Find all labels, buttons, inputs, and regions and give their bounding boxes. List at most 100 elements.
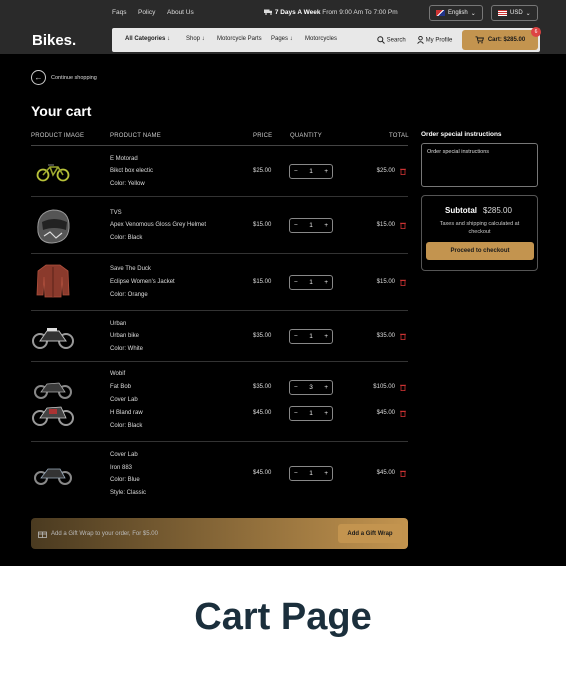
quantity-stepper[interactable]: − 1 + [289, 164, 333, 179]
language-select[interactable]: English ⌄ [429, 5, 483, 21]
product-brand: Cover Lab [110, 452, 138, 458]
quantity-value[interactable]: 1 [309, 222, 313, 229]
plus-icon[interactable]: + [324, 279, 328, 286]
cart-icon [475, 36, 484, 44]
plus-icon[interactable]: + [324, 333, 328, 340]
currency-select[interactable]: USD ⌄ [491, 5, 538, 21]
quantity-stepper[interactable]: − 1 + [289, 406, 333, 421]
product-image-h-bland[interactable] [31, 400, 75, 426]
product-brand: Save The Duck [110, 266, 151, 272]
tax-note: Taxes and shipping calculated at [439, 221, 520, 227]
policy-link[interactable]: Policy [138, 9, 155, 16]
minus-icon[interactable]: − [294, 279, 298, 286]
promo-bold: 7 Days A Week [274, 9, 321, 16]
product-name[interactable]: Eclipse Women's Jacket [110, 279, 175, 285]
minus-icon[interactable]: − [294, 470, 298, 477]
quantity-value[interactable]: 3 [309, 384, 313, 391]
minus-icon[interactable]: − [294, 410, 298, 417]
about-us-link[interactable]: About Us [167, 9, 194, 16]
search-button[interactable]: Search [377, 36, 406, 44]
quantity-value[interactable]: 1 [309, 470, 313, 477]
add-gift-wrap-button[interactable]: Add a Gift Wrap [338, 524, 402, 543]
item-price: $35.00 [253, 333, 272, 339]
plus-icon[interactable]: + [324, 470, 328, 477]
subtotal-value: $285.00 [483, 206, 512, 215]
trash-icon[interactable] [400, 384, 406, 391]
column-header-image: PRODUCT IMAGE [31, 133, 85, 139]
cart-button[interactable]: Cart: $285.00 [462, 30, 538, 50]
item-price: $35.00 [253, 384, 272, 390]
product-name[interactable]: Apex Venomous Gloss Grey Helmet [110, 222, 206, 228]
trash-icon[interactable] [400, 470, 406, 477]
minus-icon[interactable]: − [294, 333, 298, 340]
plus-icon[interactable]: + [324, 168, 328, 175]
profile-label: My Profile [425, 37, 453, 44]
nav-shop[interactable]: Shop ↓ [186, 36, 205, 42]
row-divider [31, 441, 408, 442]
instructions-textarea[interactable]: Order special instructions [421, 143, 538, 187]
product-name[interactable]: H Bland raw [110, 410, 143, 416]
product-image-fat-bob[interactable] [33, 377, 73, 399]
quantity-stepper[interactable]: − 3 + [289, 380, 333, 395]
nav-pages[interactable]: Pages ↓ [271, 36, 293, 42]
proceed-to-checkout-button[interactable]: Proceed to checkout [426, 242, 534, 260]
all-categories-label: All Categories [125, 36, 166, 42]
logo[interactable]: Bikes. [32, 32, 76, 49]
trash-icon[interactable] [400, 333, 406, 340]
promo-text: 7 Days A Week From 9:00 Am To 7:00 Pm [264, 9, 398, 16]
truck-icon [264, 9, 272, 16]
product-name[interactable]: Iron 883 [110, 465, 132, 471]
quantity-value[interactable]: 1 [309, 333, 313, 340]
continue-shopping-link[interactable]: Continue shopping [51, 75, 97, 81]
trash-icon[interactable] [400, 168, 406, 175]
plus-icon[interactable]: + [324, 222, 328, 229]
minus-icon[interactable]: − [294, 384, 298, 391]
trash-icon[interactable] [400, 222, 406, 229]
product-name[interactable]: Bikct box electic [110, 168, 153, 174]
quantity-value[interactable]: 1 [309, 168, 313, 175]
trash-icon[interactable] [400, 410, 406, 417]
quantity-stepper[interactable]: − 1 + [289, 275, 333, 290]
product-image-urban-bike[interactable] [31, 322, 75, 350]
product-brand: E Motorad [110, 156, 138, 162]
profile-button[interactable]: My Profile [417, 35, 453, 44]
promo-hours: From 9:00 Am To 7:00 Pm [322, 9, 398, 16]
product-image-jacket[interactable] [36, 263, 70, 299]
currency-value: USD [510, 10, 523, 16]
product-image-iron-883[interactable] [33, 463, 73, 485]
product-name[interactable]: Fat Bob [110, 384, 131, 390]
plus-icon[interactable]: + [324, 410, 328, 417]
product-image-helmet[interactable] [34, 206, 72, 246]
cart-count-badge: 6 [531, 27, 541, 37]
subtotal-label: Subtotal [445, 206, 477, 215]
quantity-value[interactable]: 1 [309, 279, 313, 286]
product-variant: Color: Yellow [110, 181, 145, 187]
product-image-electric-bike[interactable] [36, 160, 70, 182]
tax-note-checkout: checkout [468, 229, 491, 235]
minus-icon[interactable]: − [294, 222, 298, 229]
product-variant: Color: White [110, 346, 144, 352]
item-price: $25.00 [253, 168, 272, 174]
item-price: $45.00 [253, 410, 272, 416]
nav-motorcycles[interactable]: Motorcycles [305, 36, 337, 42]
product-variant: Color: Blue [110, 477, 140, 483]
row-divider [31, 196, 408, 197]
item-total: $45.00 [376, 470, 395, 476]
quantity-value[interactable]: 1 [309, 410, 313, 417]
nav-motorcycle-parts[interactable]: Motorcycle Parts [217, 36, 262, 42]
all-categories-dropdown[interactable]: All Categories ↓ [125, 36, 170, 42]
chevron-down-icon: ⌄ [525, 10, 531, 17]
back-arrow-icon[interactable]: ← [31, 70, 46, 85]
minus-icon[interactable]: − [294, 168, 298, 175]
quantity-stepper[interactable]: − 1 + [289, 329, 333, 344]
plus-icon[interactable]: + [324, 384, 328, 391]
faqs-link[interactable]: Faqs [112, 9, 126, 16]
quantity-stepper[interactable]: − 1 + [289, 218, 333, 233]
trash-icon[interactable] [400, 279, 406, 286]
column-header-price: PRICE [253, 133, 273, 139]
product-name[interactable]: Urban bike [110, 333, 139, 339]
item-price: $15.00 [253, 222, 272, 228]
product-brand: Urban [110, 321, 127, 327]
quantity-stepper[interactable]: − 1 + [289, 466, 333, 481]
row-divider [31, 310, 408, 311]
